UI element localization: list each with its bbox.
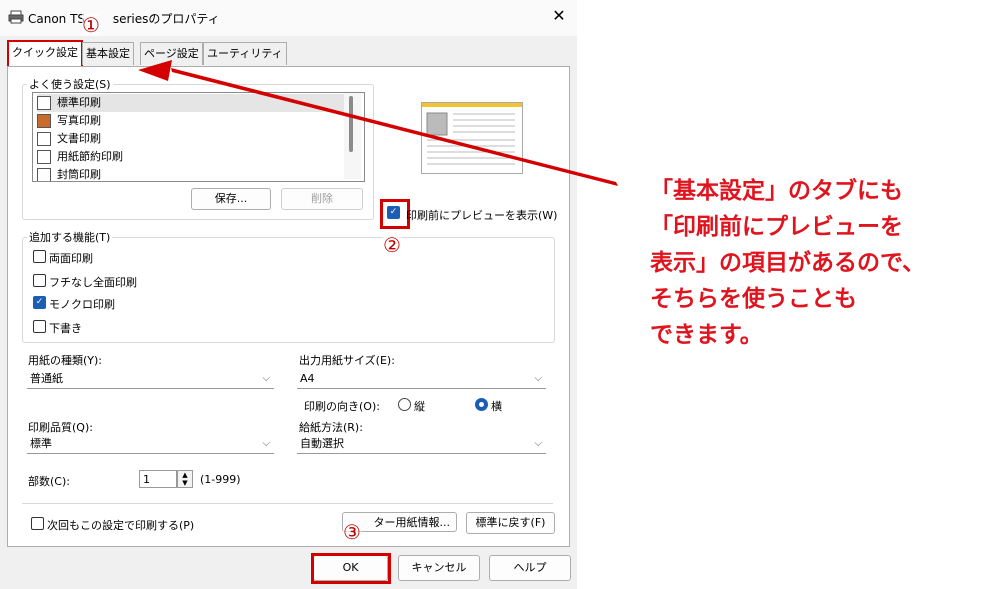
annotation-line: できます。 xyxy=(650,322,763,348)
annotation-line: 「印刷前にプレビューを xyxy=(650,214,903,240)
annotation-line: 表示」の項目があるので、 xyxy=(650,250,926,276)
annotation-line: そちらを使うことも xyxy=(650,286,857,312)
annotation-line: 「基本設定」のタブにも xyxy=(650,178,903,204)
marker-1: ① xyxy=(82,13,100,37)
marker-3: ③ xyxy=(343,520,361,544)
annotation-text: 「基本設定」のタブにも 「印刷前にプレビューを 表示」の項目があるので、 そちら… xyxy=(650,173,990,353)
marker-2: ② xyxy=(383,233,401,257)
